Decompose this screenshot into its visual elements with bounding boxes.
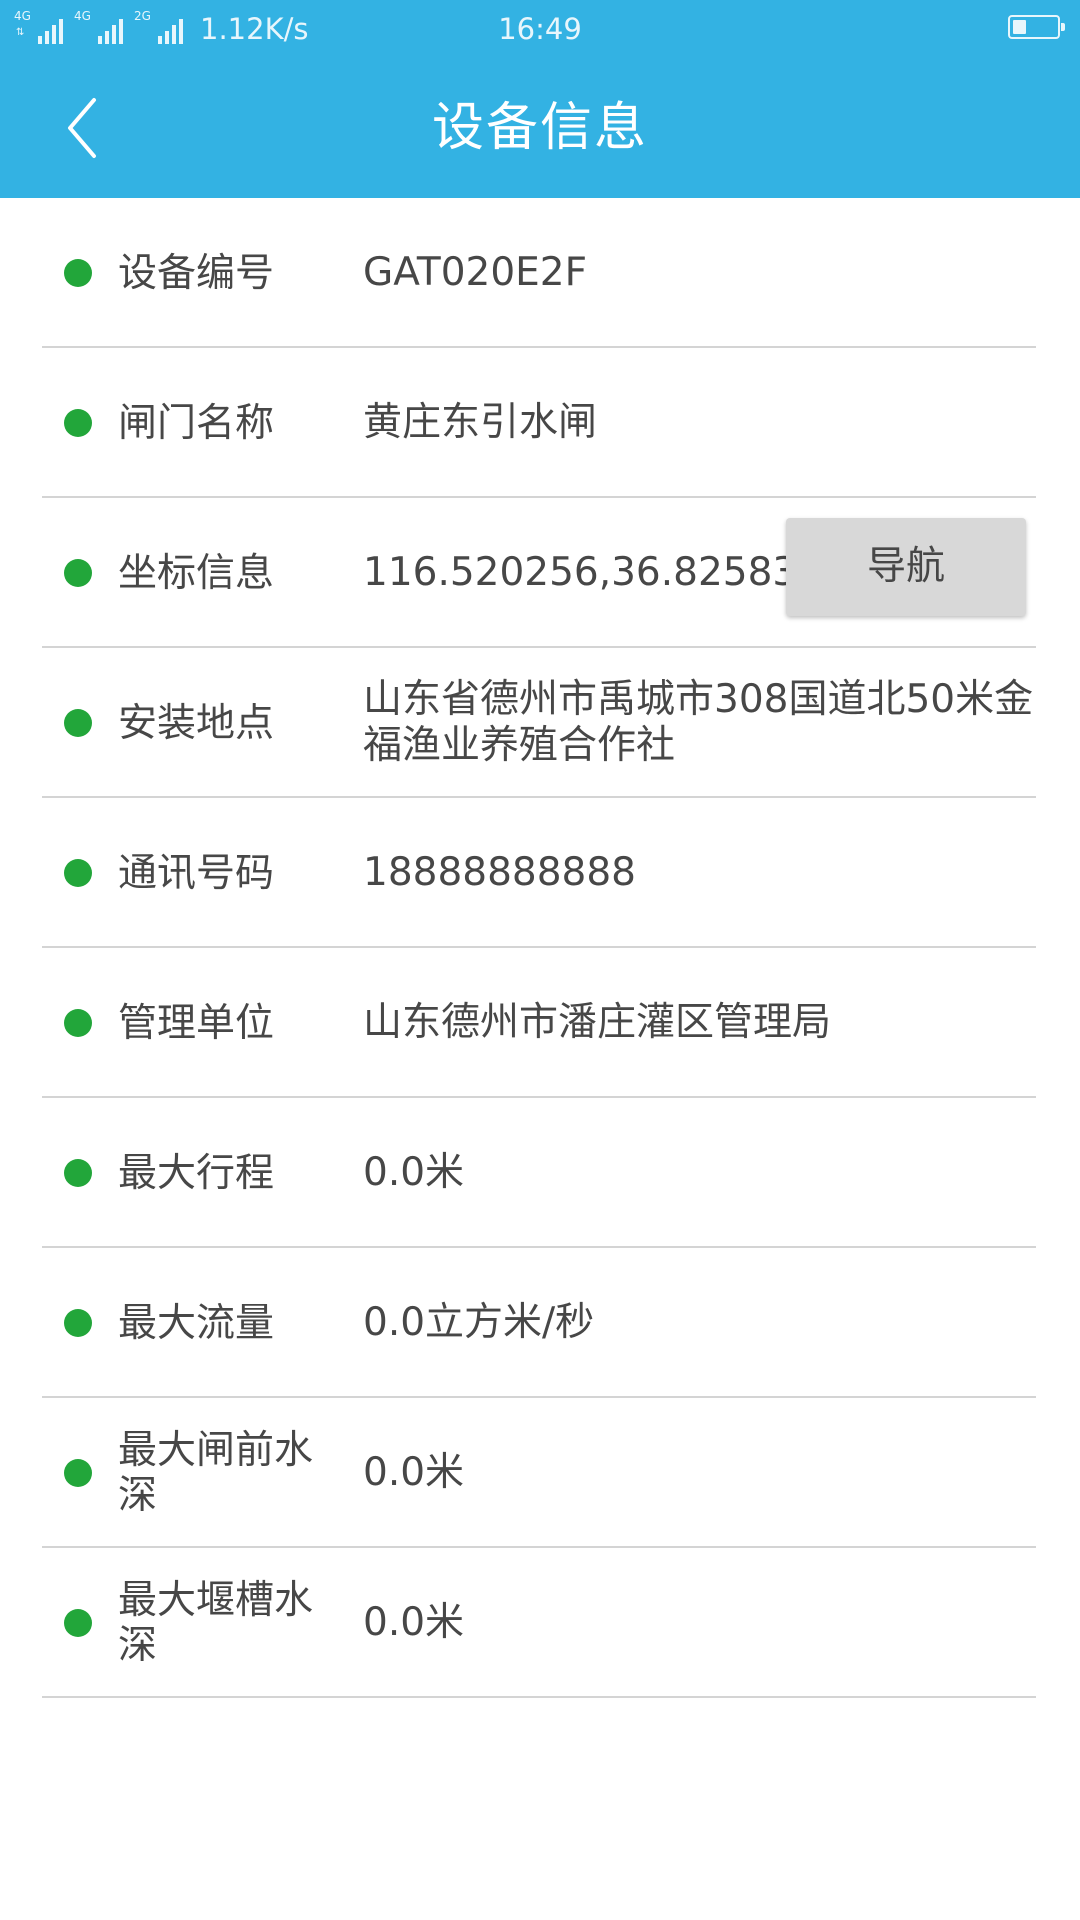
device-info-screen: 4G ⇅ 4G 2G 1.12K/s 16:49 设备信息 设备编号 GAT02… [0,0,1080,1920]
field-value: 0.0米 [363,1450,465,1495]
navigate-button[interactable]: 导航 [786,518,1026,616]
battery-icon [1008,15,1065,39]
field-value: 0.0米 [363,1600,465,1645]
field-label: 管理单位 [118,1000,275,1046]
status-left: 4G ⇅ 4G 2G 1.12K/s [14,8,308,50]
status-dot-icon [64,1009,92,1037]
field-value: 18888888888 [363,850,636,895]
field-value: 山东省德州市禹城市308国道北50米金福渔业养殖合作社 [363,677,1034,768]
list-item-install-location: 安装地点 山东省德州市禹城市308国道北50米金福渔业养殖合作社 [0,648,1080,798]
field-value: 黄庄东引水闸 [363,400,598,445]
field-label: 最大堰槽水 深 [118,1578,314,1668]
signal-bars-icon [98,16,126,44]
device-info-list: 设备编号 GAT020E2F 闸门名称 黄庄东引水闸 坐标信息 116.5202… [0,198,1080,1698]
field-label: 最大流量 [118,1300,275,1346]
network-speed: 1.12K/s [200,12,309,46]
status-dot-icon [64,259,92,287]
status-dot-icon [64,409,92,437]
field-label: 坐标信息 [118,550,275,596]
list-item-device-id: 设备编号 GAT020E2F [0,198,1080,348]
signal-group-1: 4G ⇅ [14,10,66,44]
list-item-phone-number: 通讯号码 18888888888 [0,798,1080,948]
field-label: 最大行程 [118,1150,275,1196]
status-dot-icon [64,559,92,587]
status-dot-icon [64,859,92,887]
data-arrows-icon: ⇅ [16,27,25,38]
signal-group-3: 2G [134,10,186,44]
field-label: 闸门名称 [118,400,275,446]
signal-group-2: 4G [74,10,126,44]
page-title: 设备信息 [431,98,648,158]
list-item-gate-name: 闸门名称 黄庄东引水闸 [0,348,1080,498]
field-label: 设备编号 [118,250,275,296]
field-label: 最大闸前水 深 [118,1428,314,1518]
status-dot-icon [64,1459,92,1487]
network-type-label: 4G [74,9,91,23]
field-value: 山东德州市潘庄灌区管理局 [363,1000,832,1045]
list-item-max-upstream-depth: 最大闸前水 深 0.0米 [0,1398,1080,1548]
status-dot-icon [64,709,92,737]
field-value: 0.0米 [363,1150,465,1195]
title-bar: 设备信息 [0,58,1080,198]
status-bar: 4G ⇅ 4G 2G 1.12K/s 16:49 [0,0,1080,58]
status-dot-icon [64,1609,92,1637]
network-type-label: 4G [14,9,31,23]
status-dot-icon [64,1309,92,1337]
list-item-max-stroke: 最大行程 0.0米 [0,1098,1080,1248]
list-item-management-unit: 管理单位 山东德州市潘庄灌区管理局 [0,948,1080,1098]
network-type-label: 2G [134,9,151,23]
field-label: 通讯号码 [118,850,275,896]
status-dot-icon [64,1159,92,1187]
field-value: 0.0立方米/秒 [363,1300,595,1345]
field-value: GAT020E2F [363,250,588,295]
field-label: 安装地点 [118,700,275,746]
back-button[interactable] [52,88,132,168]
signal-bars-icon [158,16,186,44]
list-item-max-flow: 最大流量 0.0立方米/秒 [0,1248,1080,1398]
list-item-max-weir-depth: 最大堰槽水 深 0.0米 [0,1548,1080,1698]
battery-level-fill [1013,20,1026,34]
chevron-left-icon [68,98,96,158]
signal-bars-icon [38,16,66,44]
